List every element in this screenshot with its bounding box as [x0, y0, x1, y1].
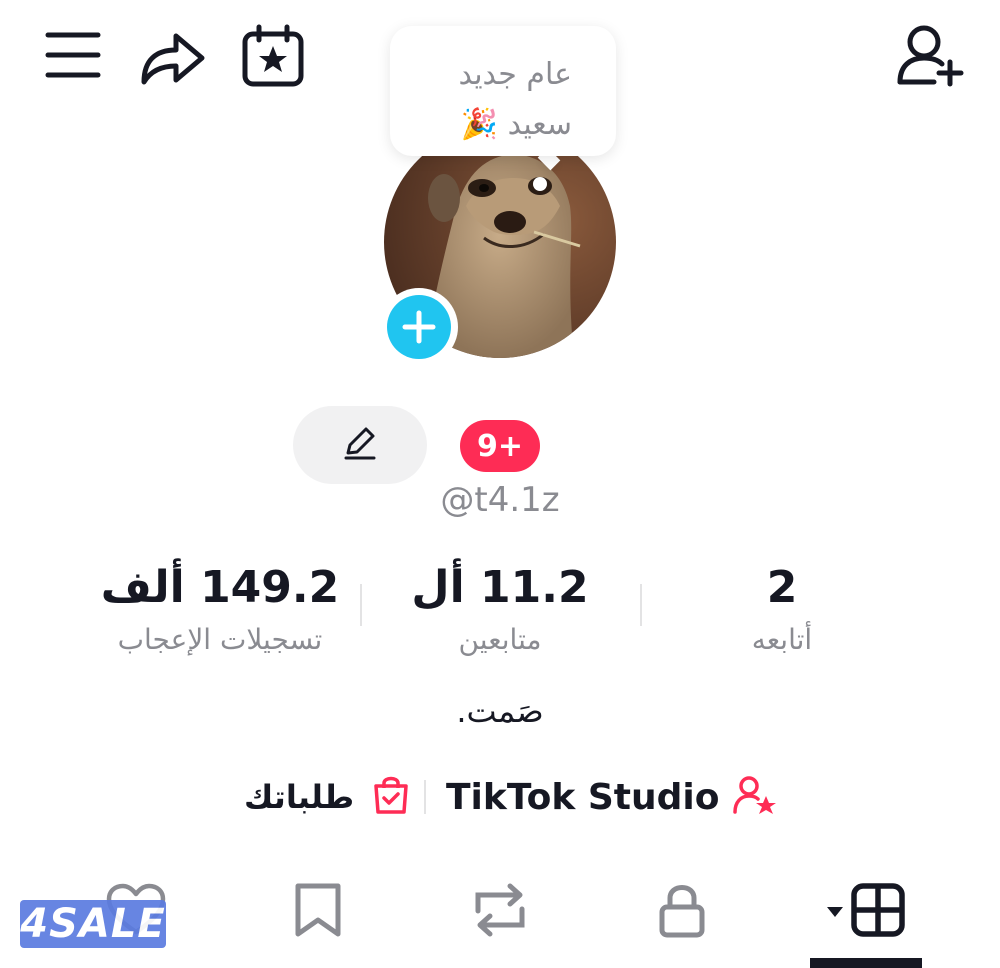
- add-photo-button[interactable]: [380, 288, 458, 366]
- tab-reposts[interactable]: [440, 872, 560, 952]
- followers-label: متابعين: [458, 623, 542, 656]
- stat-following[interactable]: 2 أتابعه: [632, 560, 932, 658]
- menu-icon[interactable]: [44, 28, 102, 82]
- following-count: 2: [766, 562, 798, 613]
- orders-link[interactable]: طلباتك: [244, 772, 410, 822]
- likes-count: 149.2 ألف: [100, 562, 340, 613]
- profile-bio: صَمت.: [456, 692, 544, 730]
- lock-icon: [657, 881, 707, 943]
- tab-videos[interactable]: [808, 872, 924, 952]
- share-icon[interactable]: [136, 24, 208, 88]
- tab-saved[interactable]: [258, 872, 378, 952]
- calendar-star-icon[interactable]: [240, 24, 306, 88]
- caret-down-icon: [826, 903, 844, 922]
- shopping-bag-icon: [372, 774, 410, 820]
- plus-icon: [387, 295, 451, 359]
- orders-label: طلباتك: [244, 778, 355, 816]
- links-divider: [424, 780, 426, 814]
- note-line-1: عام جديد: [458, 57, 572, 92]
- bookmark-icon: [292, 880, 344, 944]
- notification-badge[interactable]: 9+: [460, 420, 540, 472]
- note-line-2: سعيد 🎉: [460, 107, 572, 142]
- stat-likes[interactable]: 149.2 ألف تسجيلات الإعجاب: [70, 560, 370, 658]
- followers-count: 11.2 أل: [411, 562, 589, 613]
- likes-label: تسجيلات الإعجاب: [117, 623, 323, 656]
- studio-label: TikTok Studio: [446, 776, 720, 818]
- tiktok-studio-link[interactable]: TikTok Studio: [446, 772, 777, 822]
- active-tab-indicator: [810, 958, 922, 968]
- tab-private[interactable]: [622, 872, 742, 952]
- username: @t4.1z: [440, 480, 560, 520]
- repost-icon: [470, 881, 530, 943]
- grid-icon: [850, 882, 906, 942]
- edit-profile-button[interactable]: [293, 406, 427, 484]
- pencil-icon: [340, 423, 380, 467]
- user-star-icon: [733, 774, 777, 820]
- stat-followers[interactable]: 11.2 أل متابعين: [350, 560, 650, 658]
- note-bubble[interactable]: عام جديد سعيد 🎉: [390, 26, 616, 156]
- add-user-icon[interactable]: [894, 22, 966, 88]
- watermark-logo: 4SALE: [20, 900, 166, 948]
- following-label: أتابعه: [751, 623, 813, 656]
